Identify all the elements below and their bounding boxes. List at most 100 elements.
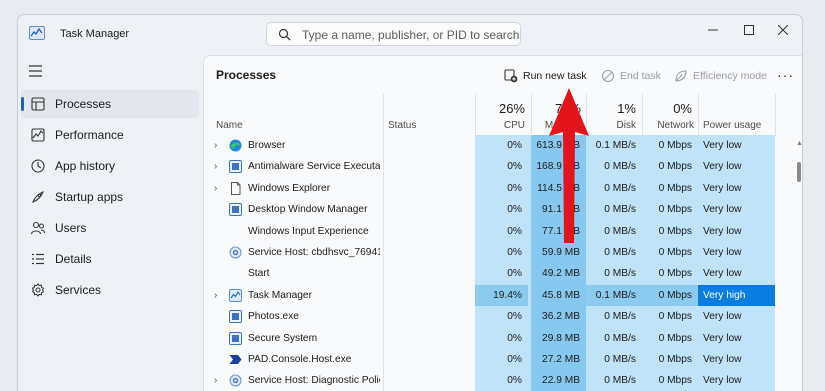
table-row[interactable]: › Windows Explorer 0% 114.5 MB 0 MB/s 0 Mbps V…: [204, 178, 794, 199]
table-row[interactable]: Windows Input Experience 0% 77.1 MB 0 MB/s 0…: [204, 221, 794, 242]
run-new-task-button[interactable]: Run new task: [504, 66, 587, 86]
table-row[interactable]: › Service Host: Diagnostic Policy... 0% 22.…: [204, 370, 794, 391]
table-row[interactable]: PAD.Console.Host.exe 0% 27.2 MB 0 MB/s 0 Mbp…: [204, 349, 794, 370]
expand-chevron-icon[interactable]: ›: [214, 156, 226, 177]
table-row[interactable]: › Task Manager 19.4% 45.8 MB 0.1 MB/s 0 Mbps V…: [204, 284, 794, 307]
power-usage-value: Very low: [703, 182, 742, 194]
sidebar-item-processes[interactable]: Processes: [21, 90, 199, 118]
search-box[interactable]: Type a name, publisher, or PID to search: [266, 22, 521, 46]
pad-console-icon: [229, 355, 242, 364]
power-usage-value: Very low: [703, 161, 742, 173]
efficiency-mode-label: Efficiency mode: [693, 70, 767, 82]
network-value: 0 Mbps: [642, 284, 698, 307]
window-app-icon: [229, 331, 242, 345]
sidebar-item-users[interactable]: Users: [21, 214, 199, 242]
sidebar-item-label: Details: [55, 252, 92, 266]
sidebar-item-app-history[interactable]: App history: [21, 152, 199, 180]
disk-value: 0 MB/s: [604, 311, 636, 323]
expand-chevron-icon[interactable]: ›: [214, 178, 226, 199]
column-header-network[interactable]: Network: [642, 120, 694, 131]
network-value: 0 Mbps: [658, 247, 692, 258]
table-row[interactable]: › Browser 0% 613.9 MB 0.1 MB/s 0 Mbps Very low: [204, 135, 794, 156]
cpu-value: 0%: [507, 375, 522, 387]
column-header-name[interactable]: Name: [216, 120, 243, 131]
vertical-scrollbar[interactable]: ▲: [794, 140, 802, 390]
power-usage-value: Very low: [703, 375, 742, 387]
table-row[interactable]: Start 0% 49.2 MB 0 MB/s 0 Mbps Very low: [204, 263, 794, 284]
close-icon: [778, 25, 788, 35]
table-row[interactable]: Desktop Window Manager 0% 91.1 MB 0 MB/s 0 M…: [204, 199, 794, 220]
memory-value: 27.2 MB: [542, 354, 580, 365]
sidebar-item-startup-apps[interactable]: Startup apps: [21, 183, 199, 211]
details-icon: [32, 253, 44, 265]
services-icon: [31, 283, 45, 297]
scroll-up-arrow-icon[interactable]: ▲: [796, 140, 802, 147]
memory-value: 36.2 MB: [542, 311, 580, 323]
process-name: PAD.Console.Host.exe: [248, 354, 352, 365]
edge-browser-icon: [229, 139, 242, 152]
efficiency-mode-button[interactable]: Efficiency mode: [674, 66, 767, 86]
cpu-value: 0%: [507, 182, 522, 194]
app-history-icon: [31, 159, 45, 173]
network-value: 0 Mbps: [658, 225, 692, 237]
process-name: Service Host: cbdhsvc_76941: [248, 247, 380, 258]
startup-apps-icon: [32, 191, 44, 203]
column-header-disk[interactable]: Disk: [586, 120, 636, 131]
page-title: Processes: [216, 68, 277, 82]
power-usage-value: Very low: [703, 268, 742, 280]
disk-value: 0 MB/s: [604, 268, 636, 280]
search-input[interactable]: Type a name, publisher, or PID to search: [302, 28, 519, 42]
network-total-percent: 0%: [673, 101, 692, 116]
title-bar: Task Manager Type a name, publisher, or …: [18, 15, 802, 53]
sidebar-item-services[interactable]: Services: [21, 276, 199, 304]
power-usage-value: Very low: [703, 225, 742, 237]
minimize-icon: [708, 29, 718, 31]
process-name: Windows Explorer: [248, 182, 331, 194]
process-name: Task Manager: [248, 289, 312, 301]
scroll-thumb[interactable]: [797, 162, 801, 182]
disk-value: 0 MB/s: [604, 204, 636, 216]
table-row[interactable]: Photos.exe 0% 36.2 MB 0 MB/s 0 Mbps Very low: [204, 306, 794, 327]
more-options-button[interactable]: ···: [777, 67, 794, 83]
sidebar-item-label: Processes: [55, 97, 112, 111]
process-name: Photos.exe: [248, 311, 299, 323]
disk-value: 0 MB/s: [604, 225, 636, 237]
cpu-value: 0%: [507, 332, 522, 344]
expand-chevron-icon[interactable]: ›: [214, 285, 226, 306]
process-name: Start: [248, 268, 270, 280]
close-button[interactable]: [760, 15, 802, 45]
process-name: Secure System: [248, 332, 318, 344]
column-header-power-usage[interactable]: Power usage: [703, 120, 761, 131]
task-manager-icon: [229, 288, 242, 302]
power-usage-value: Very low: [703, 332, 742, 344]
disk-value: 0.1 MB/s: [595, 140, 636, 151]
column-header-cpu[interactable]: CPU: [475, 120, 525, 131]
memory-value: 59.9 MB: [542, 247, 580, 258]
table-row[interactable]: Service Host: cbdhsvc_76941 0% 59.9 MB 0 MB…: [204, 242, 794, 263]
table-row[interactable]: › Antimalware Service Executable 0% 168.9 M…: [204, 156, 794, 177]
column-header-status[interactable]: Status: [388, 120, 416, 131]
expand-chevron-icon[interactable]: ›: [214, 370, 226, 391]
processes-panel: Processes Run new task End task Efficien: [203, 55, 802, 391]
table-row[interactable]: Secure System 0% 29.8 MB 0 MB/s 0 Mbps Very l…: [204, 328, 794, 349]
sidebar-item-label: Services: [55, 283, 102, 297]
disk-value: 0 MB/s: [604, 354, 636, 365]
search-icon: [278, 28, 291, 41]
disk-value: 0 MB/s: [604, 332, 636, 344]
expand-chevron-icon[interactable]: ›: [214, 135, 226, 156]
run-new-task-label: Run new task: [523, 70, 587, 82]
power-usage-value: Very high: [698, 284, 775, 307]
sidebar-item-performance[interactable]: Performance: [21, 121, 199, 149]
hamburger-menu-icon[interactable]: [28, 64, 44, 78]
cpu-value: 0%: [507, 247, 522, 258]
cpu-value: 0%: [507, 140, 522, 151]
disk-value: 0 MB/s: [604, 247, 636, 258]
end-task-label: End task: [620, 70, 661, 82]
sidebar-item-details[interactable]: Details: [21, 245, 199, 273]
disk-value: 0 MB/s: [604, 182, 636, 194]
disk-value: 0 MB/s: [604, 375, 636, 387]
cpu-value: 0%: [507, 161, 522, 173]
cpu-total-percent: 26%: [498, 101, 525, 116]
end-task-button[interactable]: End task: [601, 66, 661, 86]
power-usage-value: Very low: [703, 247, 742, 258]
